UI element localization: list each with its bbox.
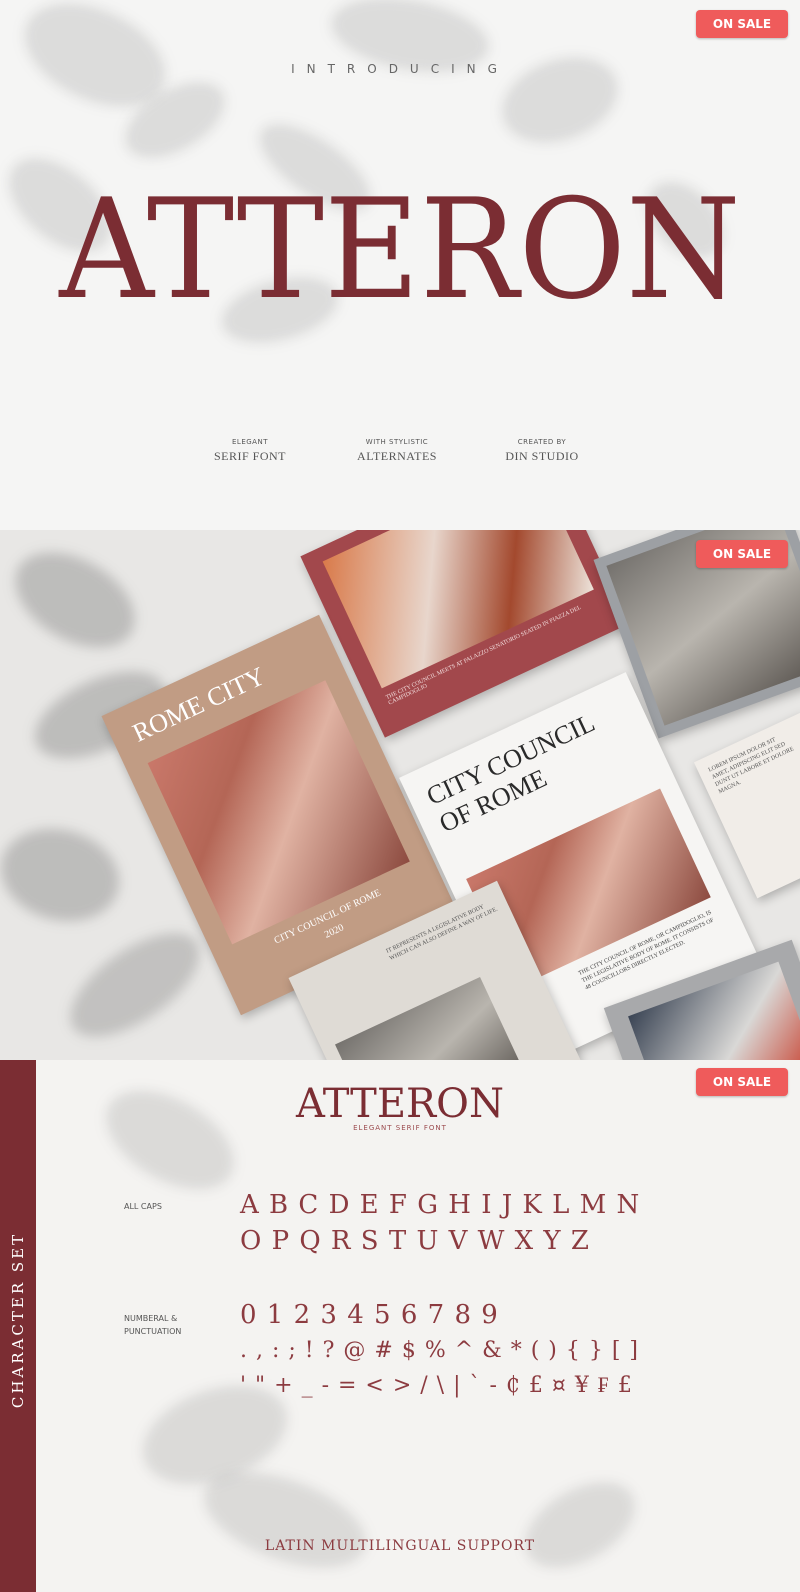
character-set-label: CHARACTER SET: [9, 1231, 27, 1409]
atteron-logo: ATTERON: [296, 1081, 504, 1127]
feature-label: DIN STUDIO: [505, 449, 579, 463]
feature-small-label: WITH STYLISTIC: [365, 438, 429, 446]
feature-alternates: WITH STYLISTIC ALTERNATES: [327, 438, 467, 464]
punctuation-row-1: . , : ; ! ? @ # $ % ^ & * ( ) { } [ ]: [240, 1338, 640, 1363]
numerals-row: 0 1 2 3 4 5 6 7 8 9: [240, 1300, 499, 1330]
side-card-body: LOREM IPSUM DOLOR SIT AMET, ADIPISCING E…: [707, 737, 795, 796]
leaf-shadow: [510, 1464, 650, 1586]
bottom-card-photo: [335, 976, 527, 1060]
punctuation-row-2: ' " + _ - = < > / \ | ` - ₵ £ ¤ ¥ ₣ £: [240, 1373, 633, 1398]
multilingual-support-label: LATIN MULTILINGUAL SUPPORT: [264, 1538, 536, 1554]
introducing-label: INTRODUCING: [291, 62, 509, 76]
logo-subtitle: ELEGANT SERIF FONT: [353, 1124, 447, 1132]
feature-studio: CREATED BY DIN STUDIO: [472, 438, 612, 464]
caps-row-1: A B C D E F G H I J K L M N: [240, 1190, 641, 1220]
font-title: ATTERON: [59, 169, 741, 330]
leaf-shadow: [0, 532, 152, 668]
numeral-punctuation-label: NUMBERAL & PUNCTUATION: [124, 1314, 182, 1336]
leaf-shadow: [53, 913, 217, 1057]
on-sale-badge[interactable]: ON SALE: [696, 10, 788, 38]
mockup-section: THE CITY COUNCIL MEETS AT PALAZZO SENATO…: [0, 530, 800, 1060]
feature-small-label: ELEGANT: [232, 438, 268, 446]
feature-serif: ELEGANT SERIF FONT: [180, 438, 320, 464]
character-set-sidebar: CHARACTER SET: [0, 1060, 36, 1592]
feature-label: SERIF FONT: [213, 449, 286, 463]
all-caps-label: ALL CAPS: [124, 1202, 162, 1211]
leaf-shadow: [0, 816, 130, 934]
leaf-shadow: [489, 41, 631, 159]
feature-small-label: CREATED BY: [517, 438, 567, 446]
hero-section: ON SALE INTRODUCING ATTERON ELEGANT SERI…: [0, 0, 800, 530]
character-set-section: CHARACTER SET ON SALE ATTERON ELEGANT SE…: [0, 1060, 800, 1592]
feature-label: ALTERNATES: [357, 449, 437, 463]
caps-row-2: O P Q R S T U V W X Y Z: [240, 1226, 590, 1256]
on-sale-badge[interactable]: ON SALE: [696, 540, 788, 568]
